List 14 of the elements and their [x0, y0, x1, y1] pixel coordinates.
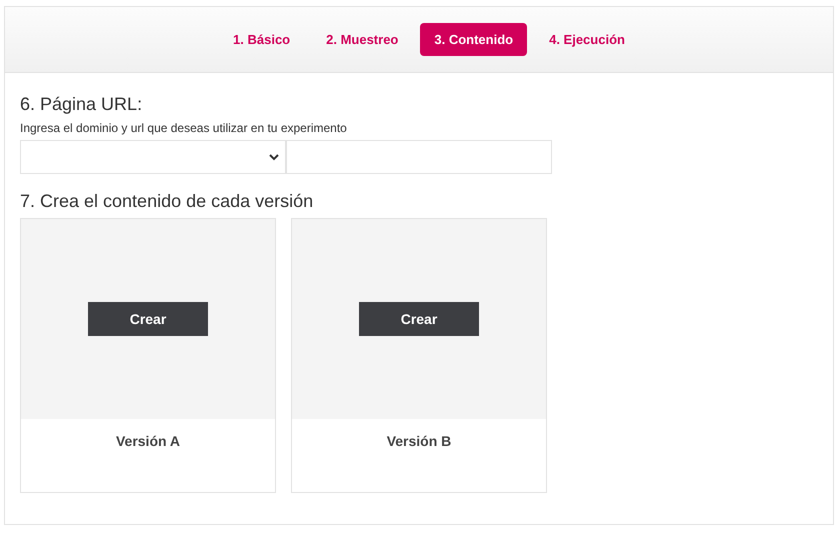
step-tab[interactable]: 2. Muestreo	[312, 23, 412, 56]
hint-text: Ingresa el dominio y url que deseas utilizar en tu experimento	[20, 121, 348, 135]
section-title: 7. Crea el contenido de cada versión	[20, 190, 314, 212]
domain-select[interactable]	[20, 140, 286, 174]
version-label: Versión B	[386, 433, 452, 449]
section-title: 6. Página URL:	[20, 93, 144, 115]
create-button[interactable]: Crear	[359, 302, 479, 336]
step-tab[interactable]: 3. Contenido	[420, 23, 528, 56]
step-tab[interactable]: 1. Básico	[219, 23, 304, 56]
step-tab[interactable]: 4. Ejecución	[535, 23, 639, 56]
create-button[interactable]: Crear	[88, 302, 208, 336]
url-input-field[interactable]	[286, 140, 552, 174]
chevron-down-icon	[269, 154, 279, 160]
version-label: Versión A	[114, 433, 182, 449]
